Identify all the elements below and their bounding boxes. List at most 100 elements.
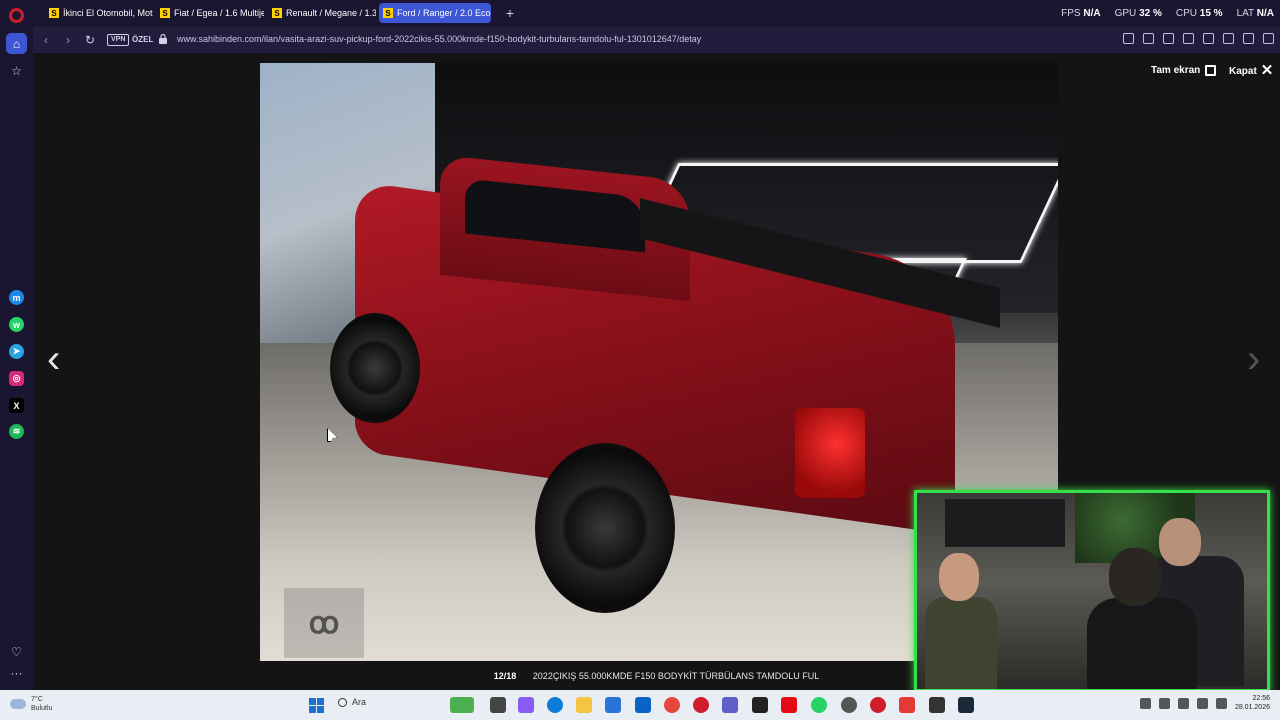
close-label: Kapat xyxy=(1229,65,1257,77)
windows-taskbar: 7°C Bulutlu Ara 22:56 28.01.2026 xyxy=(0,690,1280,720)
forward-icon[interactable]: › xyxy=(60,32,76,48)
copilot-icon[interactable] xyxy=(518,697,534,713)
reload-icon[interactable]: ↻ xyxy=(82,32,98,48)
tab-ford-ranger[interactable]: S Ford / Ranger / 2.0 EcoBl xyxy=(379,3,491,23)
home-icon[interactable]: ⌂ xyxy=(6,33,27,54)
star-icon[interactable]: ☆ xyxy=(6,60,27,81)
photo-title: 2022ÇIKIŞ 55.000KMDE F150 BODYKİT TÜRBÜL… xyxy=(532,671,820,681)
weather-desc: Bulutlu xyxy=(31,705,53,712)
person-body xyxy=(1087,598,1197,689)
search-icon xyxy=(338,697,347,707)
chrome-icon[interactable] xyxy=(664,697,680,713)
fps-stat: FPS N/A xyxy=(1061,8,1101,19)
windows-start-icon[interactable] xyxy=(309,698,324,713)
send-icon[interactable] xyxy=(1203,33,1214,44)
clock[interactable]: 22:56 28.01.2026 xyxy=(1235,694,1270,712)
address-bar: ‹ › ↻ VPN ÖZEL www.sahibinden.com/ilan/v… xyxy=(33,27,1280,53)
app-icon[interactable] xyxy=(899,697,915,713)
sahibinden-favicon-icon: S xyxy=(49,8,59,18)
plus-icon[interactable]: + xyxy=(502,5,518,21)
person-head xyxy=(939,553,979,601)
wall-poster xyxy=(945,499,1065,547)
expand-icon xyxy=(1205,65,1217,76)
gpu-stat: GPU 32 % xyxy=(1114,8,1162,19)
menu-icon[interactable] xyxy=(1243,33,1254,44)
tab-label: Fiat / Egea / 1.6 Multijet / xyxy=(174,8,264,18)
telegram-icon[interactable]: ➤ xyxy=(9,344,24,359)
toolbar-icons xyxy=(1123,33,1274,44)
x-twitter-icon[interactable]: X xyxy=(9,398,24,413)
photo-counter: 12/18 xyxy=(493,671,517,681)
front-wheel xyxy=(330,313,420,423)
tab-ikinci-el[interactable]: S İkinci El Otomobil, Motosi xyxy=(45,3,153,23)
weather-widget[interactable]: 7°C Bulutlu xyxy=(10,695,52,713)
chevron-left-icon[interactable]: ‹ xyxy=(47,339,60,379)
opera-gx-icon[interactable] xyxy=(870,697,886,713)
close-button[interactable]: Kapat ✕ xyxy=(1229,62,1274,79)
sahibinden-favicon-icon: S xyxy=(160,8,170,18)
system-tray: 22:56 28.01.2026 xyxy=(1139,694,1270,712)
clock-date: 28.01.2026 xyxy=(1234,704,1270,711)
word-icon[interactable] xyxy=(605,697,621,713)
file-explorer-icon[interactable] xyxy=(576,697,592,713)
private-label: ÖZEL xyxy=(132,35,154,44)
app-icon[interactable] xyxy=(929,697,945,713)
rear-wheel xyxy=(535,443,675,613)
truck-taillight xyxy=(795,408,865,498)
onedrive-icon[interactable] xyxy=(1158,697,1170,709)
lock-icon[interactable] xyxy=(159,34,167,44)
heart-bookmark-icon[interactable] xyxy=(1223,33,1234,44)
whatsapp-taskbar-icon[interactable] xyxy=(811,697,827,713)
volume-icon[interactable] xyxy=(1196,697,1208,709)
opera-logo-icon[interactable] xyxy=(9,8,24,23)
edge-icon[interactable] xyxy=(547,697,563,713)
outlook-icon[interactable] xyxy=(635,697,651,713)
back-icon[interactable]: ‹ xyxy=(38,32,54,48)
lat-stat: LAT N/A xyxy=(1236,8,1274,19)
extensions-icon[interactable] xyxy=(1263,33,1274,44)
more-icon[interactable]: ··· xyxy=(6,662,27,683)
netflix-icon[interactable] xyxy=(781,697,797,713)
steam-icon[interactable] xyxy=(958,697,974,713)
fullscreen-button[interactable]: Tam ekran xyxy=(1151,65,1217,76)
chevron-right-icon[interactable]: › xyxy=(1247,339,1260,379)
battery-icon[interactable] xyxy=(1215,697,1227,709)
tab-renault-megane[interactable]: S Renault / Megane / 1.3 TC xyxy=(268,3,376,23)
person-head xyxy=(1109,548,1161,606)
tray-icon[interactable] xyxy=(1139,697,1151,709)
webcam-overlay xyxy=(914,490,1270,692)
messenger-icon[interactable]: m xyxy=(9,290,24,305)
camera-icon[interactable] xyxy=(1163,33,1174,44)
app-icon[interactable] xyxy=(450,697,474,713)
vpn-badge[interactable]: VPN xyxy=(107,34,130,46)
edit-icon[interactable] xyxy=(1143,33,1154,44)
teams-icon[interactable] xyxy=(722,697,738,713)
performance-stats: FPS N/A GPU 32 % CPU 15 % LAT N/A xyxy=(1061,0,1274,27)
heart-icon[interactable]: ♡ xyxy=(6,641,27,662)
instagram-icon[interactable]: ◎ xyxy=(9,371,24,386)
tab-fiat-egea[interactable]: S Fiat / Egea / 1.6 Multijet / xyxy=(156,3,264,23)
tab-bar: S İkinci El Otomobil, Motosi S Fiat / Eg… xyxy=(33,0,1280,27)
taskbar-search[interactable]: Ara xyxy=(338,697,366,707)
screen: ⌂ ☆ m w ➤ ◎ X ≋ ♡ ··· S İkinci El Otomob… xyxy=(0,0,1280,720)
wifi-icon[interactable] xyxy=(1177,697,1189,709)
url-field[interactable]: www.sahibinden.com/ilan/vasita-arazi-suv… xyxy=(177,34,701,44)
spotify-icon[interactable]: ≋ xyxy=(9,424,24,439)
fullscreen-label: Tam ekran xyxy=(1151,65,1201,76)
streamer-person xyxy=(925,553,997,689)
clock-time: 22:56 xyxy=(1252,695,1270,702)
cloud-icon xyxy=(10,699,26,709)
whatsapp-icon[interactable]: w xyxy=(9,317,24,332)
app-icon[interactable] xyxy=(841,697,857,713)
close-icon: ✕ xyxy=(1260,62,1274,79)
opera-icon[interactable] xyxy=(693,697,709,713)
weather-temp: 7°C xyxy=(31,696,43,703)
reader-icon[interactable] xyxy=(1123,33,1134,44)
shield-icon[interactable] xyxy=(1183,33,1194,44)
dealer-logo-icon: ꝏ xyxy=(284,588,364,658)
tab-label: Renault / Megane / 1.3 TC xyxy=(286,8,376,18)
epic-games-icon[interactable] xyxy=(752,697,768,713)
task-view-icon[interactable] xyxy=(490,697,506,713)
seated-person xyxy=(1087,548,1197,689)
cpu-stat: CPU 15 % xyxy=(1175,8,1223,19)
